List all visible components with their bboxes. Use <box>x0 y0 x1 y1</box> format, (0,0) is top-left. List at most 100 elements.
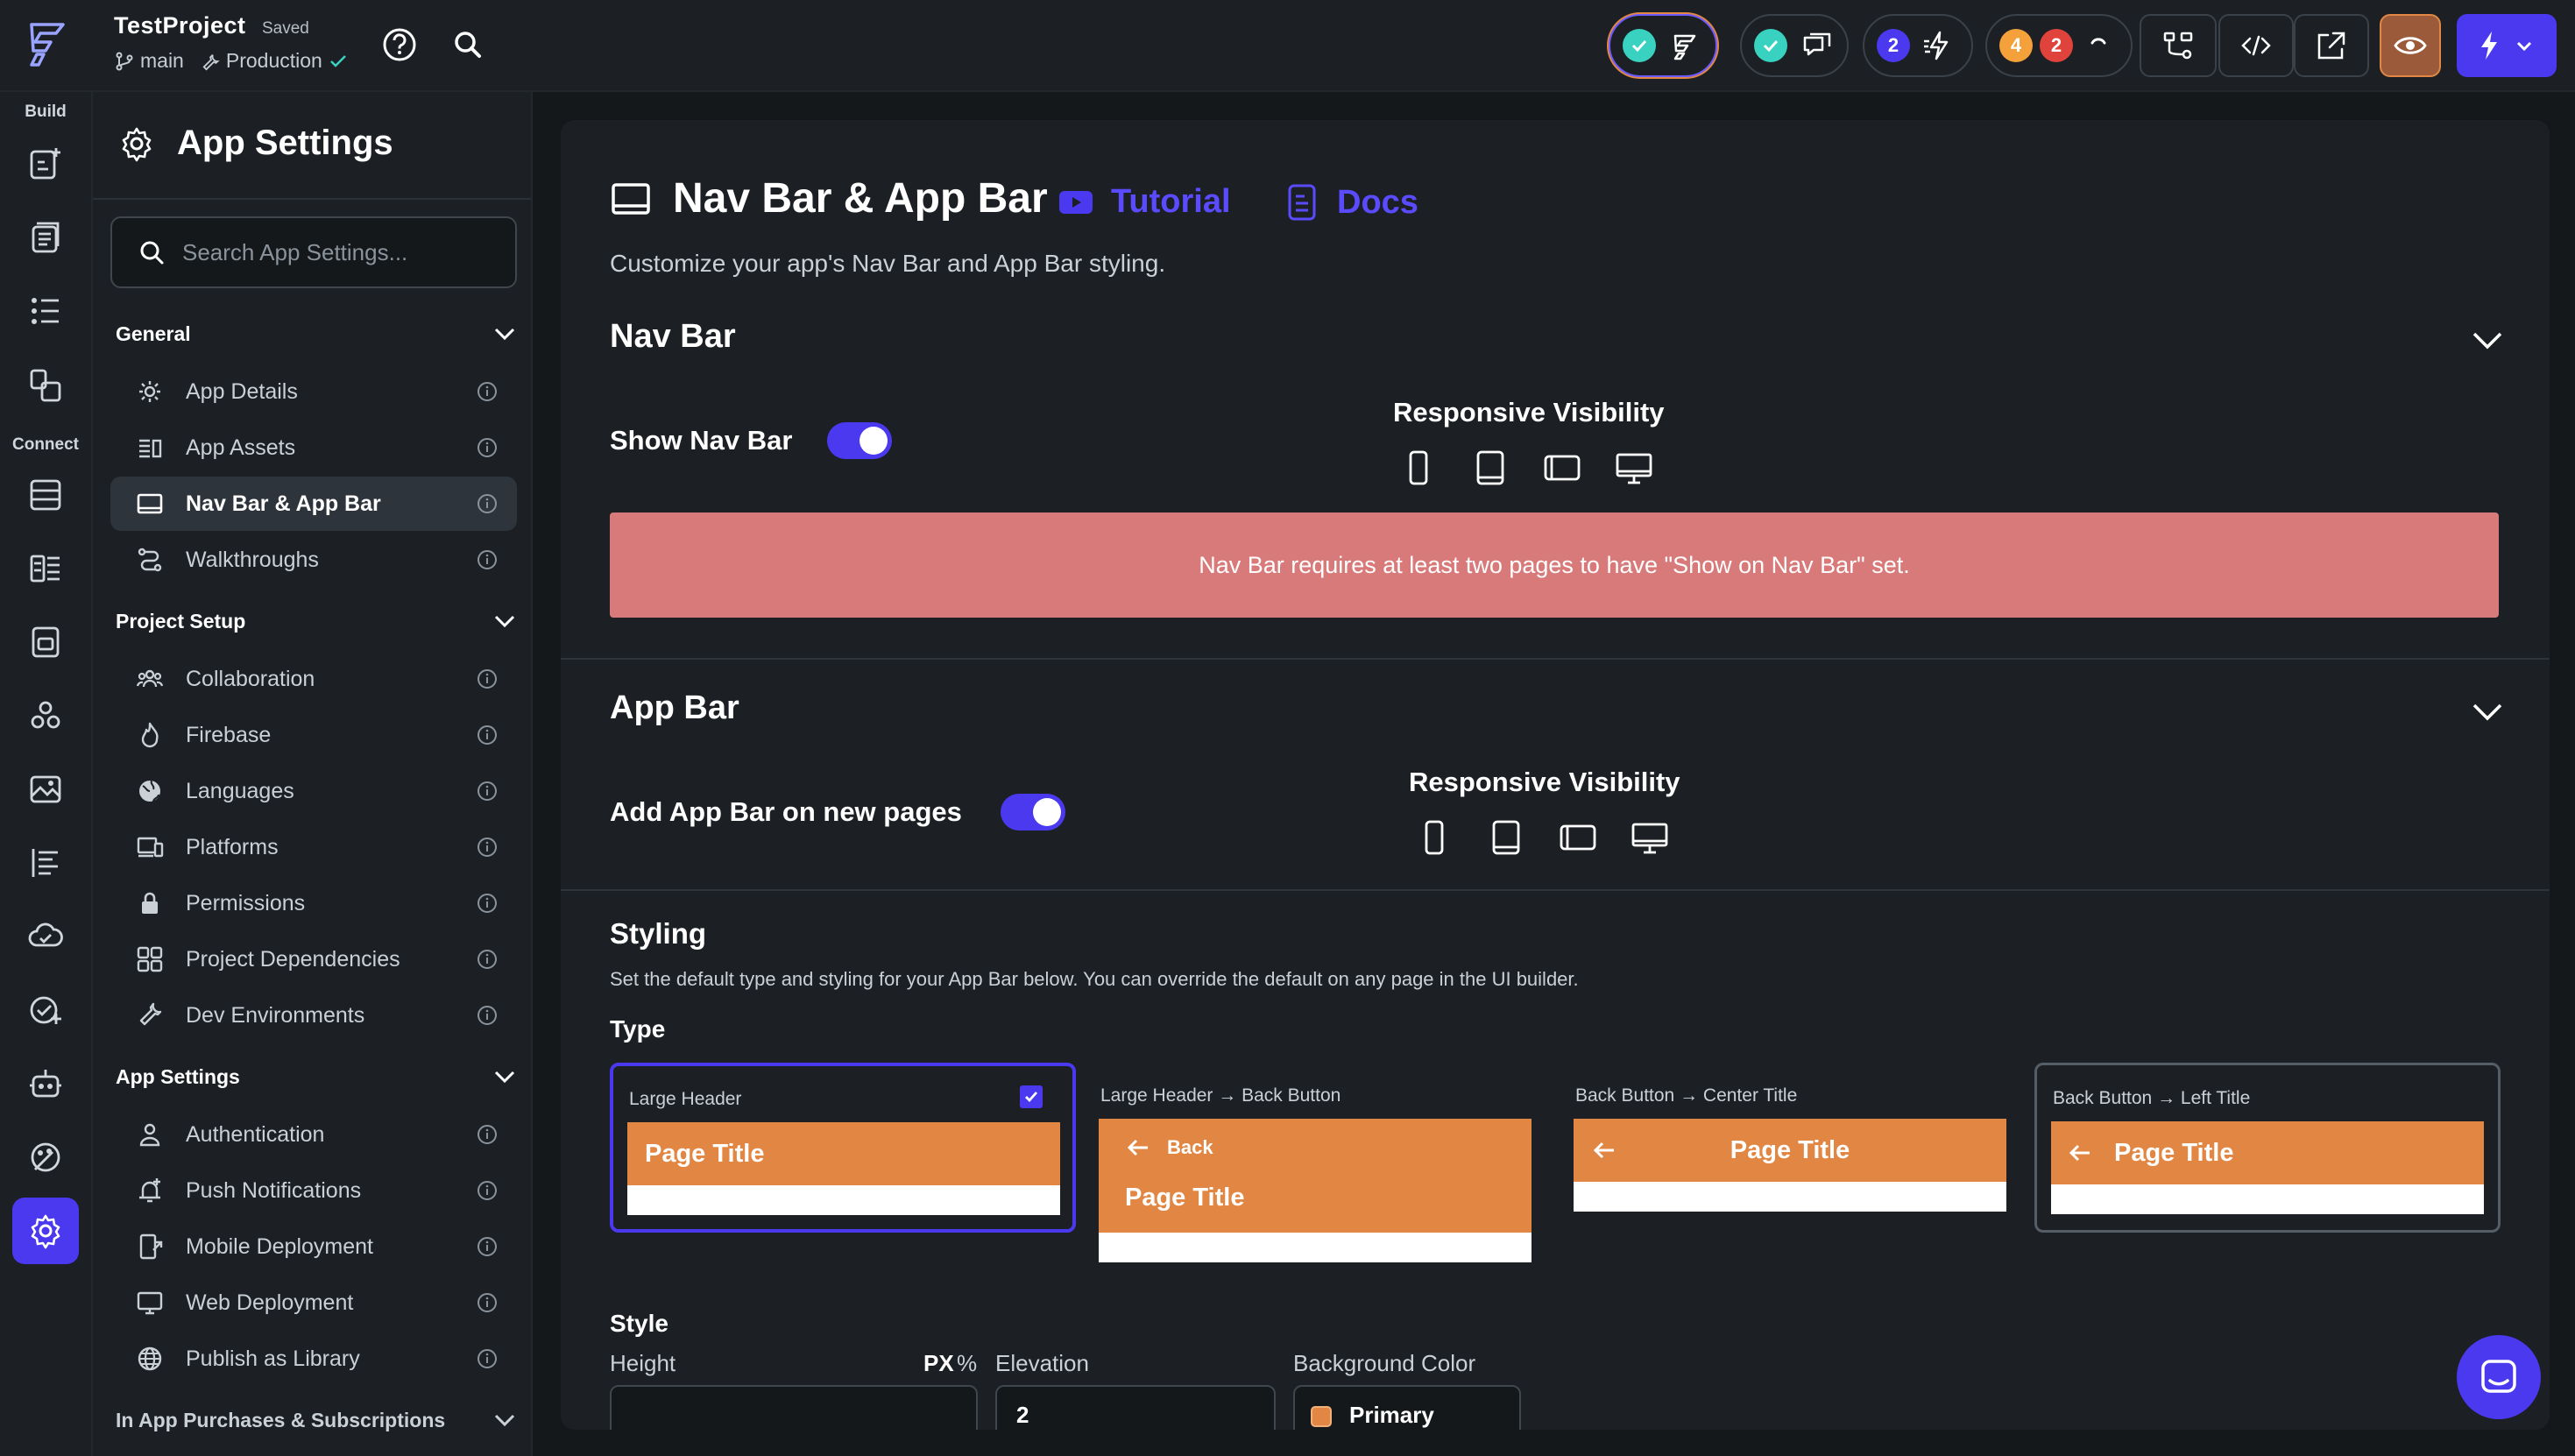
desktop-icon[interactable] <box>1631 819 1668 856</box>
app-state-icon[interactable] <box>23 619 68 665</box>
sidebar-item-label: Web Deployment <box>186 1290 354 1315</box>
appbar-type-card-center-title[interactable]: Back Button → Center Title Page Title <box>1560 1063 2024 1233</box>
desktop-icon[interactable] <box>1616 449 1652 486</box>
open-external-button[interactable] <box>2294 14 2369 77</box>
sidebar-item-project-dependencies[interactable]: Project Dependencies <box>110 932 517 986</box>
comments-status[interactable] <box>1740 14 1849 77</box>
tablet-icon[interactable] <box>1488 819 1524 856</box>
info-icon[interactable] <box>477 381 498 402</box>
storyboard-icon[interactable] <box>23 215 68 260</box>
settings-search[interactable] <box>110 216 517 288</box>
search-icon[interactable] <box>446 23 490 67</box>
search-input[interactable] <box>182 238 498 266</box>
appbar-type-card-left-title[interactable]: Back Button → Left Title Page Title <box>2034 1063 2501 1233</box>
group-iap[interactable]: In App Purchases & Subscriptions <box>116 1406 519 1434</box>
info-icon[interactable] <box>477 1005 498 1026</box>
settings-icon[interactable] <box>12 1198 79 1264</box>
info-icon[interactable] <box>477 1236 498 1257</box>
info-icon[interactable] <box>477 949 498 970</box>
page-selector-icon[interactable] <box>23 141 68 187</box>
arrow-left-icon <box>1593 1141 1614 1159</box>
agents-icon[interactable] <box>23 1061 68 1106</box>
add-app-bar-toggle[interactable] <box>1001 794 1065 830</box>
project-name[interactable]: TestProject <box>114 12 246 39</box>
appbar-type-card-large-header-back[interactable]: Large Header → Back Button Back Page Tit… <box>1085 1063 1549 1262</box>
info-icon[interactable] <box>477 549 498 570</box>
info-icon[interactable] <box>477 893 498 914</box>
sidebar-item-web-deployment[interactable]: Web Deployment <box>110 1276 517 1330</box>
api-calls-icon[interactable] <box>23 693 68 739</box>
chevron-down-icon[interactable] <box>2467 320 2508 360</box>
group-project-setup[interactable]: Project Setup <box>116 607 519 635</box>
info-icon[interactable] <box>477 1292 498 1313</box>
issues-status[interactable]: 4 2 <box>1985 14 2133 77</box>
checkbox-checked-icon[interactable] <box>1020 1085 1043 1108</box>
help-icon[interactable] <box>378 23 421 67</box>
branching-button[interactable] <box>2140 14 2217 77</box>
info-icon[interactable] <box>477 781 498 802</box>
sidebar-item-firebase[interactable]: Firebase <box>110 708 517 762</box>
data-types-icon[interactable] <box>23 546 68 591</box>
ai-agent-status[interactable] <box>1609 14 1717 77</box>
sidebar-item-permissions[interactable]: Permissions <box>110 876 517 930</box>
sidebar-item-label: App Details <box>186 378 298 404</box>
group-app-settings[interactable]: App Settings <box>116 1063 519 1091</box>
flutterflow-logo-icon[interactable] <box>25 19 70 68</box>
info-icon[interactable] <box>477 493 498 514</box>
view-code-button[interactable] <box>2218 14 2294 77</box>
appbar-type-card-large-header[interactable]: Large Header Page Title <box>610 1063 1076 1233</box>
elevation-input[interactable] <box>995 1385 1276 1430</box>
nav-bar-section-title: Nav Bar <box>610 318 736 355</box>
sidebar-item-push-notifications[interactable]: Push Notifications <box>110 1163 517 1218</box>
lightning-icon <box>1924 31 1949 60</box>
widget-tree-icon[interactable] <box>23 288 68 334</box>
sidebar-item-app-details[interactable]: App Details <box>110 364 517 419</box>
tablet-landscape-icon[interactable] <box>1544 449 1581 486</box>
docs-link[interactable]: Docs <box>1284 183 1418 222</box>
sidebar-item-languages[interactable]: Languages <box>110 764 517 818</box>
group-general[interactable]: General <box>116 320 519 348</box>
info-icon[interactable] <box>477 837 498 858</box>
sidebar-item-publish-library[interactable]: Publish as Library <box>110 1332 517 1386</box>
info-icon[interactable] <box>477 1180 498 1201</box>
wrench-icon <box>135 1000 165 1030</box>
branch-info[interactable]: main Production <box>114 49 349 73</box>
arrow-left-icon <box>2069 1144 2090 1162</box>
info-icon[interactable] <box>477 1124 498 1145</box>
sidebar-item-authentication[interactable]: Authentication <box>110 1107 517 1162</box>
media-assets-icon[interactable] <box>23 767 68 812</box>
phone-icon[interactable] <box>1400 449 1437 486</box>
sidebar-item-nav-app-bar[interactable]: Nav Bar & App Bar <box>110 477 517 531</box>
sidebar-item-collaboration[interactable]: Collaboration <box>110 652 517 706</box>
phone-icon[interactable] <box>1416 819 1453 856</box>
support-chat-button[interactable] <box>2457 1335 2541 1419</box>
cloud-functions-icon[interactable] <box>23 914 68 959</box>
sidebar-item-walkthroughs[interactable]: Walkthroughs <box>110 533 517 587</box>
sidebar-item-platforms[interactable]: Platforms <box>110 820 517 874</box>
left-nav-rail: Build Connect <box>0 92 93 1456</box>
sidebar-item-app-assets[interactable]: App Assets <box>110 421 517 475</box>
theme-settings-icon[interactable] <box>23 1134 68 1180</box>
tablet-landscape-icon[interactable] <box>1560 819 1596 856</box>
sidebar-item-dev-environments[interactable]: Dev Environments <box>110 988 517 1043</box>
height-input[interactable] <box>610 1385 978 1430</box>
info-icon[interactable] <box>477 668 498 689</box>
info-icon[interactable] <box>477 724 498 746</box>
chevron-down-icon[interactable] <box>2467 691 2508 732</box>
info-icon[interactable] <box>477 437 498 458</box>
show-nav-bar-toggle[interactable] <box>827 422 892 459</box>
info-icon[interactable] <box>477 1348 498 1369</box>
firestore-icon[interactable] <box>23 472 68 518</box>
tablet-icon[interactable] <box>1472 449 1509 486</box>
run-button[interactable] <box>2457 14 2557 77</box>
sidebar-item-mobile-deployment[interactable]: Mobile Deployment <box>110 1219 517 1274</box>
tests-icon[interactable] <box>23 987 68 1033</box>
collaborators-status[interactable]: 2 <box>1863 14 1973 77</box>
unit-percent-toggle[interactable]: % <box>957 1350 977 1377</box>
unit-px-toggle[interactable]: PX <box>923 1350 954 1377</box>
sidebar-item-label: Permissions <box>186 890 306 915</box>
components-icon[interactable] <box>23 362 68 407</box>
custom-code-icon[interactable] <box>23 840 68 886</box>
preview-button[interactable] <box>2380 14 2441 77</box>
tutorial-link[interactable]: Tutorial <box>1058 183 1231 221</box>
